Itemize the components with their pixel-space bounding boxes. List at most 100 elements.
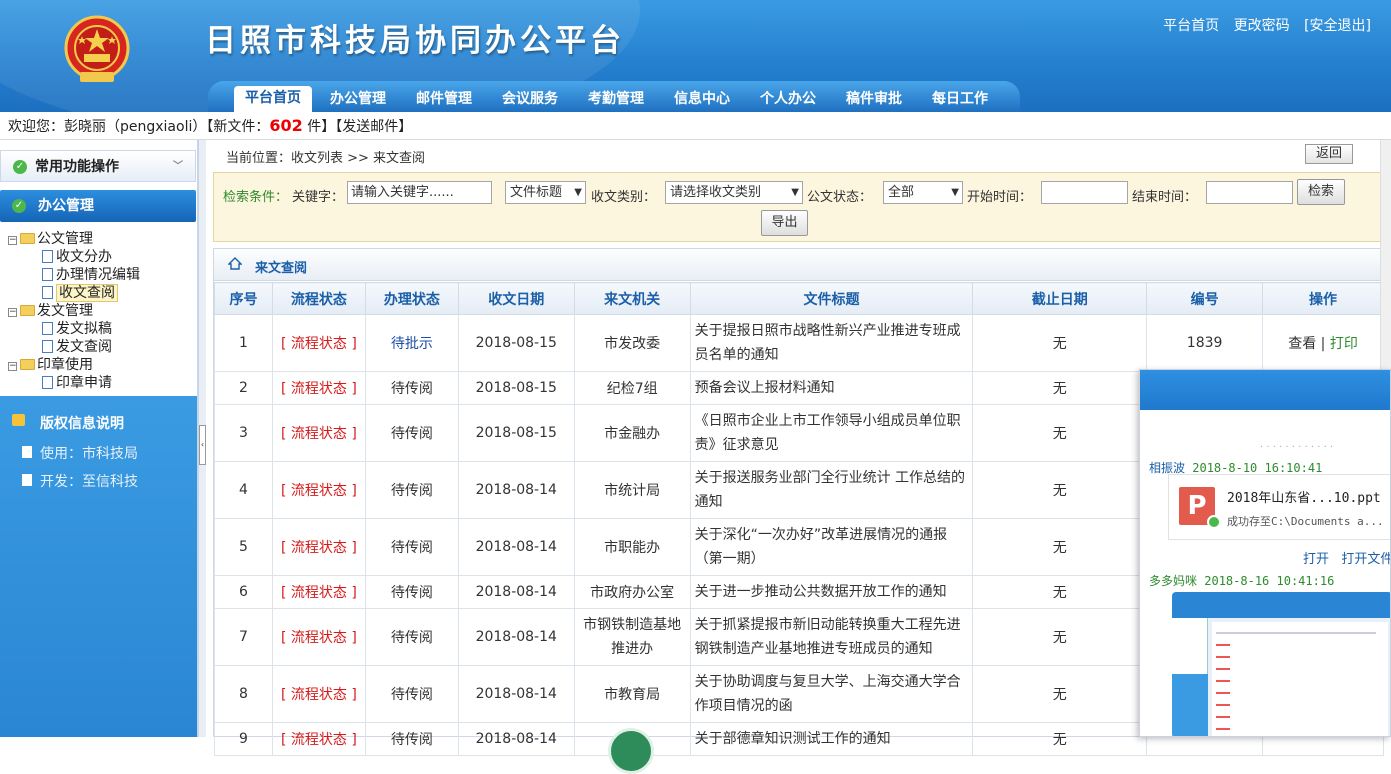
lock-icon bbox=[12, 414, 25, 426]
collapse-icon[interactable]: − bbox=[8, 308, 17, 317]
tree-item-receive-assign[interactable]: 收文分办 bbox=[42, 248, 112, 266]
copyright-dev: 开发：至信科技 bbox=[40, 474, 138, 490]
tab-mail[interactable]: 邮件管理 bbox=[406, 87, 482, 112]
keyword-input[interactable]: 请输入关键字...... bbox=[347, 181, 492, 204]
file-name: 2018年山东省...10.ppt bbox=[1227, 491, 1381, 506]
flow-status-link[interactable]: [ 流程状态 ] bbox=[271, 575, 366, 609]
tree-item-handling-edit[interactable]: 办理情况编辑 bbox=[42, 266, 140, 284]
screenshot-thumbnail[interactable] bbox=[1172, 592, 1390, 736]
tab-office[interactable]: 办公管理 bbox=[320, 87, 396, 112]
chat-message-meta: 多多妈咪 2018-8-16 10:41:16 bbox=[1149, 574, 1335, 588]
col-state: 办理状态 bbox=[364, 282, 459, 315]
file-transfer-card[interactable]: P 2018年山东省...10.ppt 成功存至C:\Documents a..… bbox=[1168, 474, 1390, 540]
search-label: 检索条件： bbox=[223, 190, 289, 205]
col-date: 收文日期 bbox=[457, 282, 575, 315]
chat-faded-text: · · · · · · · · · · · · bbox=[1260, 442, 1334, 453]
tree-item-send-view[interactable]: 发文查阅 bbox=[42, 338, 112, 356]
copyright-use: 使用：市科技局 bbox=[40, 446, 138, 462]
document-icon bbox=[42, 250, 53, 263]
chevron-down-icon: ﹀ bbox=[173, 161, 183, 172]
file-actions: 打开 打开文件夹 bbox=[1303, 548, 1390, 567]
flow-status-link[interactable]: [ 流程状态 ] bbox=[271, 722, 366, 756]
table-header-row: 序号 流程状态 办理状态 收文日期 来文机关 文件标题 截止日期 编号 操作 bbox=[214, 282, 1384, 315]
floating-assistant-icon[interactable] bbox=[608, 728, 654, 774]
flow-status-link[interactable]: [ 流程状态 ] bbox=[271, 461, 366, 519]
document-icon bbox=[42, 268, 53, 281]
office-mgmt-header[interactable]: ✓ 办公管理 bbox=[0, 190, 196, 222]
tab-info[interactable]: 信息中心 bbox=[664, 87, 740, 112]
col-op: 操作 bbox=[1262, 282, 1384, 315]
tab-daily[interactable]: 每日工作 bbox=[922, 87, 998, 112]
common-ops-header[interactable]: ✓ 常用功能操作 ﹀ bbox=[0, 150, 196, 182]
table-row: 1 [ 流程状态 ] 待批示 2018-08-15 市发改委 关于提报日照市战略… bbox=[214, 314, 1384, 372]
type-select[interactable]: 请选择收文类别 ▼ bbox=[665, 181, 803, 204]
collapse-sidebar-icon[interactable]: ‹ bbox=[199, 425, 206, 465]
national-emblem-icon bbox=[64, 15, 130, 82]
tab-personal[interactable]: 个人办公 bbox=[750, 87, 826, 112]
col-title: 文件标题 bbox=[689, 282, 974, 315]
document-icon bbox=[42, 322, 53, 335]
collapse-icon[interactable]: − bbox=[8, 362, 17, 371]
collapse-icon[interactable]: − bbox=[8, 236, 17, 245]
folder-icon bbox=[20, 233, 35, 244]
success-check-icon bbox=[1207, 515, 1221, 529]
tree-item-receive-view[interactable]: 收文查阅 bbox=[42, 284, 118, 302]
folder-icon bbox=[20, 305, 35, 316]
type-label: 收文类别： bbox=[591, 190, 657, 205]
field-select[interactable]: 文件标题 ▼ bbox=[505, 181, 586, 204]
document-icon bbox=[42, 286, 53, 299]
welcome-bar: 欢迎您：彭晓丽（pengxiaoli）【新文件：602 件】【发送邮件】 bbox=[0, 112, 1391, 140]
copyright-title: 版权信息说明 bbox=[40, 416, 124, 432]
tab-meeting[interactable]: 会议服务 bbox=[492, 87, 568, 112]
start-time-input[interactable] bbox=[1041, 181, 1128, 204]
keyword-label: 关键字： bbox=[292, 190, 345, 205]
flow-status-link[interactable]: [ 流程状态 ] bbox=[271, 314, 366, 372]
logout-link[interactable]: [安全退出] bbox=[1304, 18, 1371, 34]
flow-status-link[interactable]: [ 流程状态 ] bbox=[271, 371, 366, 405]
tab-manuscript[interactable]: 稿件审批 bbox=[836, 87, 912, 112]
status-select[interactable]: 全部 ▼ bbox=[883, 181, 963, 204]
col-org: 来文机关 bbox=[573, 282, 691, 315]
tree-folder-seal[interactable]: − 印章使用 bbox=[8, 356, 93, 374]
new-file-count[interactable]: 602 bbox=[269, 116, 302, 135]
sidebar-splitter[interactable]: ‹ bbox=[198, 140, 206, 737]
office-mgmt-label: 办公管理 bbox=[38, 198, 94, 214]
col-flow: 流程状态 bbox=[271, 282, 366, 315]
state-link[interactable]: 待批示 bbox=[364, 314, 459, 372]
flow-status-link[interactable]: [ 流程状态 ] bbox=[271, 404, 366, 462]
dropdown-arrow-icon: ▼ bbox=[951, 187, 959, 198]
open-folder-link[interactable]: 打开文件夹 bbox=[1341, 552, 1390, 567]
flow-status-link[interactable]: [ 流程状态 ] bbox=[271, 518, 366, 576]
view-link[interactable]: 查看 bbox=[1288, 336, 1316, 352]
tree-folder-doc-mgmt[interactable]: − 公文管理 bbox=[8, 230, 93, 248]
flow-status-link[interactable]: [ 流程状态 ] bbox=[271, 608, 366, 666]
home-link[interactable]: 平台首页 bbox=[1163, 18, 1219, 34]
open-file-link[interactable]: 打开 bbox=[1303, 552, 1329, 567]
breadcrumb: 当前位置：收文列表 >> 来文查阅 bbox=[226, 151, 426, 166]
dropdown-arrow-icon: ▼ bbox=[574, 187, 582, 198]
tree-item-seal-apply[interactable]: 印章申请 bbox=[42, 374, 112, 392]
document-icon bbox=[42, 340, 53, 353]
chat-popup-titlebar[interactable] bbox=[1140, 370, 1390, 410]
print-link[interactable]: 打印 bbox=[1330, 336, 1358, 352]
chat-popup[interactable]: · · · · · · · · · · · · 相振波 2018-8-10 16… bbox=[1139, 369, 1391, 737]
col-no: 序号 bbox=[214, 282, 273, 315]
common-ops-label: 常用功能操作 bbox=[35, 159, 119, 175]
end-time-label: 结束时间： bbox=[1132, 190, 1198, 205]
back-button[interactable]: 返回 bbox=[1305, 144, 1353, 164]
status-label: 公文状态： bbox=[807, 190, 873, 205]
welcome-suffix[interactable]: 件】【发送邮件】 bbox=[303, 119, 412, 135]
flow-status-link[interactable]: [ 流程状态 ] bbox=[271, 665, 366, 723]
export-button[interactable]: 导出 bbox=[761, 210, 808, 236]
tab-home[interactable]: 平台首页 bbox=[234, 86, 312, 112]
tree-item-send-draft[interactable]: 发文拟稿 bbox=[42, 320, 112, 338]
search-button[interactable]: 检索 bbox=[1297, 179, 1345, 205]
change-password-link[interactable]: 更改密码 bbox=[1234, 18, 1290, 34]
search-panel: 检索条件： 关键字： 请输入关键字...... 文件标题 ▼ 收文类别： 请选择收… bbox=[213, 172, 1385, 242]
tab-attendance[interactable]: 考勤管理 bbox=[578, 87, 654, 112]
col-num: 编号 bbox=[1146, 282, 1264, 315]
folder-icon bbox=[20, 359, 35, 370]
site-title: 日照市科技局协同办公平台 bbox=[205, 23, 625, 59]
end-time-input[interactable] bbox=[1206, 181, 1293, 204]
tree-folder-send-mgmt[interactable]: − 发文管理 bbox=[8, 302, 93, 320]
